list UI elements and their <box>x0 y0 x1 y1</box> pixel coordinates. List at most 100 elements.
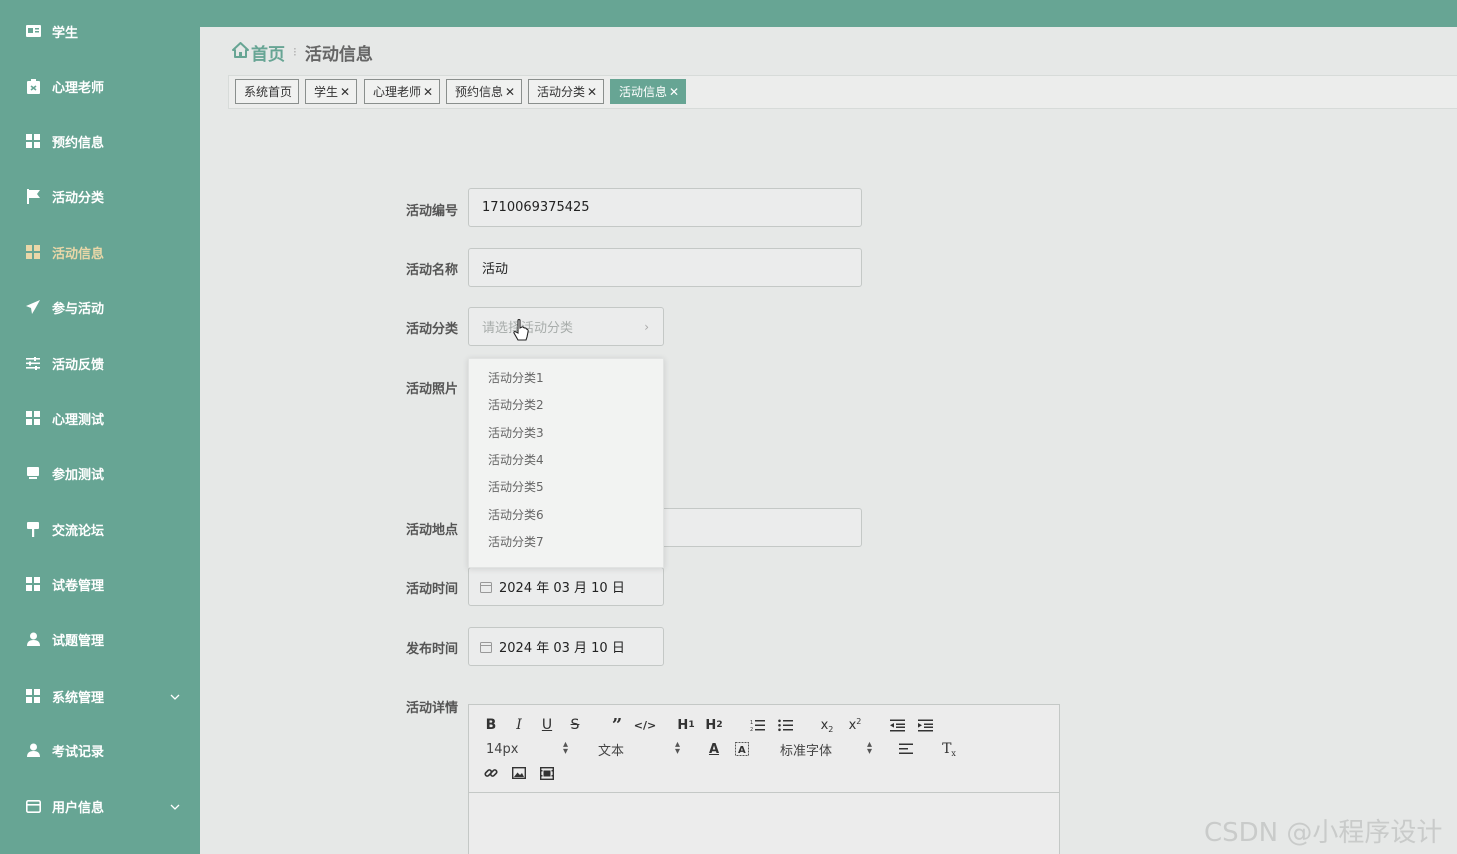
sidebar-item-label: 心理老师 <box>52 80 105 96</box>
time-label: 活动时间 <box>405 582 458 597</box>
ordered-list-icon[interactable]: 12 <box>749 717 765 733</box>
sidebar-item-psych-test[interactable]: 心理测试 <box>0 398 200 438</box>
svg-text:1: 1 <box>750 720 753 726</box>
close-icon[interactable]: ✕ <box>587 85 597 99</box>
sidebar-item-activity-category[interactable]: 活动分类 <box>0 176 200 216</box>
breadcrumb-home[interactable]: 首页 <box>232 40 285 65</box>
close-icon[interactable]: ✕ <box>669 85 679 99</box>
code-label: 活动编号 <box>405 204 458 219</box>
sidebar-item-teachers[interactable]: 心理老师 <box>0 66 200 106</box>
sidebar-item-question-mgmt[interactable]: 试题管理 <box>0 619 200 659</box>
dropdown-option[interactable]: 活动分类1 <box>469 364 663 391</box>
code-input[interactable]: 1710069375425 <box>468 188 862 227</box>
bold-button[interactable]: B <box>483 717 499 733</box>
publish-time-picker[interactable]: 2024 年 03 月 10 日 <box>468 627 664 666</box>
dropdown-option[interactable]: 活动分类5 <box>469 473 663 500</box>
heading-1-button[interactable]: H1 <box>677 717 695 733</box>
tab-activity-info[interactable]: 活动信息 ✕ <box>610 79 687 104</box>
dropdown-option[interactable]: 活动分类2 <box>469 391 663 418</box>
video-icon[interactable] <box>539 765 555 781</box>
location-label: 活动地点 <box>405 523 458 538</box>
sidebar-item-system-mgmt[interactable]: 系统管理 <box>0 676 200 716</box>
grid-icon <box>25 133 41 149</box>
sidebar-item-activity-feedback[interactable]: 活动反馈 <box>0 343 200 383</box>
italic-button[interactable]: I <box>511 717 527 733</box>
grid-icon <box>25 244 41 260</box>
tab-teachers[interactable]: 心理老师 ✕ <box>364 79 441 104</box>
sidebar-item-students[interactable]: 学生 <box>0 11 200 51</box>
font-family-select[interactable]: 标准字体 ▴ ▾ <box>780 739 872 759</box>
sidebar-item-label: 预约信息 <box>52 135 105 151</box>
background-color-icon[interactable]: A <box>734 741 750 757</box>
tab-label: 心理老师 <box>373 85 422 99</box>
sidebar: 学生 心理老师 预约信息 活动分类 活动信息 参与活动 活动反馈 心理测试 参加… <box>0 0 200 854</box>
calendar-icon <box>480 641 492 653</box>
dropdown-option[interactable]: 活动分类7 <box>469 528 663 555</box>
close-icon[interactable]: ✕ <box>505 85 515 99</box>
bullet-list-icon[interactable] <box>777 717 793 733</box>
chevron-right-icon: › <box>644 320 649 334</box>
details-label: 活动详情 <box>405 701 458 716</box>
dropdown-option[interactable]: 活动分类6 <box>469 501 663 528</box>
sidebar-item-take-test[interactable]: 参加测试 <box>0 453 200 493</box>
sidebar-item-label: 用户信息 <box>52 800 105 816</box>
code-block-icon[interactable]: </> <box>634 717 656 733</box>
sidebar-item-label: 系统管理 <box>52 690 105 706</box>
clipboard-icon <box>25 78 41 94</box>
indent-icon[interactable] <box>917 717 933 733</box>
tab-system-home[interactable]: 系统首页 <box>235 79 300 104</box>
underline-button[interactable]: U <box>539 717 555 733</box>
block-type-value: 文本 <box>598 743 625 759</box>
name-input[interactable]: 活动 <box>468 248 862 287</box>
name-value: 活动 <box>482 262 509 277</box>
close-icon[interactable]: ✕ <box>423 85 433 99</box>
paper-plane-icon <box>25 299 41 315</box>
grid-icon <box>25 576 41 592</box>
sliders-icon <box>25 355 41 371</box>
up-down-icon: ▴ ▾ <box>866 739 872 757</box>
tab-label: 预约信息 <box>455 85 504 99</box>
block-type-select[interactable]: 文本 ▴ ▾ <box>598 740 680 759</box>
image-icon[interactable] <box>511 765 527 781</box>
dropdown-option[interactable]: 活动分类3 <box>469 419 663 446</box>
time-value: 2024 年 03 月 10 日 <box>499 581 625 596</box>
tab-activity-category[interactable]: 活动分类 ✕ <box>528 79 605 104</box>
sidebar-item-label: 心理测试 <box>52 412 105 428</box>
grid-icon <box>25 688 41 704</box>
tab-students[interactable]: 学生 ✕ <box>305 79 358 104</box>
font-color-button[interactable]: A <box>706 741 722 757</box>
breadcrumb: 首页 ⁝ 活动信息 <box>232 40 373 65</box>
clear-format-icon[interactable]: Tx <box>940 741 958 758</box>
dropdown-option[interactable]: 活动分类4 <box>469 446 663 473</box>
sidebar-item-paper-mgmt[interactable]: 试卷管理 <box>0 564 200 604</box>
sidebar-item-activity-info[interactable]: 活动信息 <box>0 232 200 272</box>
home-icon <box>232 41 251 63</box>
tab-appointments[interactable]: 预约信息 ✕ <box>446 79 523 104</box>
link-icon[interactable] <box>483 765 499 781</box>
sidebar-item-forum[interactable]: 交流论坛 <box>0 509 200 549</box>
font-size-select[interactable]: 14px ▴ ▾ <box>486 740 568 757</box>
editor-content-area[interactable] <box>469 794 1059 854</box>
sidebar-item-join-activity[interactable]: 参与活动 <box>0 287 200 327</box>
sidebar-item-label: 试卷管理 <box>52 578 105 594</box>
sidebar-item-label: 交流论坛 <box>52 523 105 539</box>
flag-icon <box>25 188 41 204</box>
outdent-icon[interactable] <box>889 717 905 733</box>
heading-2-button[interactable]: H2 <box>705 717 723 733</box>
subscript-button[interactable]: x2 <box>819 717 835 734</box>
photo-label: 活动照片 <box>405 382 458 397</box>
sidebar-item-appointments[interactable]: 预约信息 <box>0 121 200 161</box>
align-left-icon[interactable] <box>898 741 914 757</box>
sidebar-item-user-info[interactable]: 用户信息 <box>0 786 200 826</box>
name-label: 活动名称 <box>405 263 458 278</box>
sidebar-item-label: 活动反馈 <box>52 357 105 373</box>
close-icon[interactable]: ✕ <box>340 85 350 99</box>
time-picker[interactable]: 2024 年 03 月 10 日 <box>468 567 664 606</box>
category-select[interactable]: 请选择活动分类 › <box>468 307 664 346</box>
quote-icon[interactable]: ” <box>609 715 625 736</box>
superscript-button[interactable]: x2 <box>847 717 863 733</box>
sidebar-item-exam-records[interactable]: 考试记录 <box>0 730 200 770</box>
strikethrough-button[interactable]: S <box>567 717 583 733</box>
calendar-icon <box>480 581 492 593</box>
chevron-down-icon <box>170 689 180 704</box>
